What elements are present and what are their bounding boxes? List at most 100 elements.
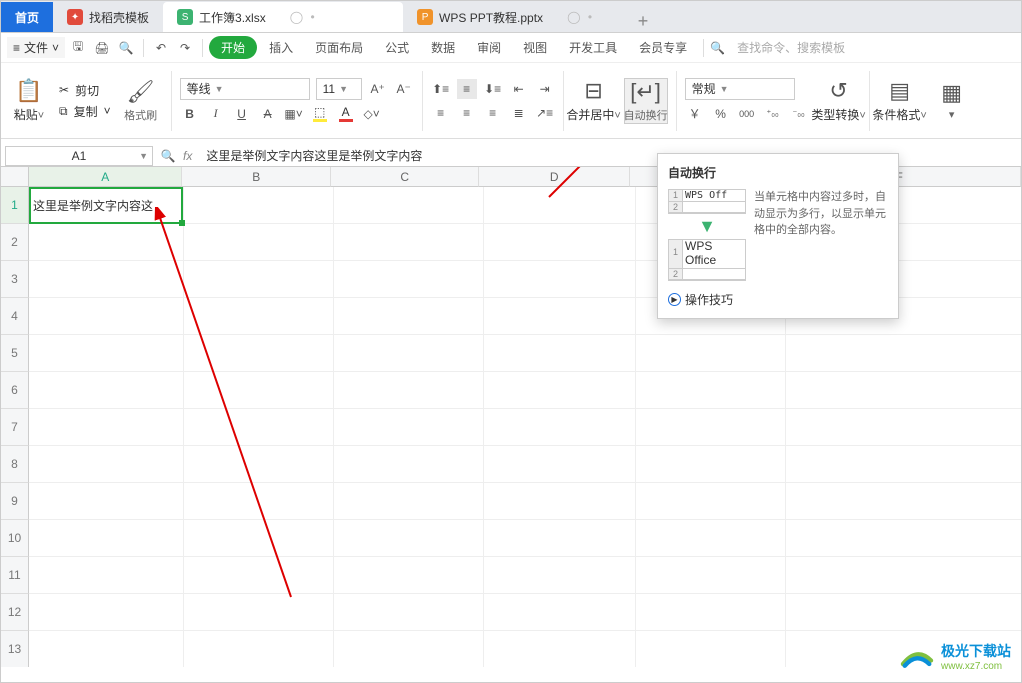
cell[interactable] (29, 483, 184, 520)
justify-icon[interactable]: ≣ (509, 103, 529, 123)
cell[interactable]: 这里是举例文字内容这 (29, 187, 184, 224)
cell[interactable] (334, 446, 484, 483)
cell[interactable] (786, 335, 1021, 372)
font-grow-icon[interactable]: A⁺ (368, 79, 388, 99)
cell[interactable] (484, 594, 636, 631)
font-shrink-icon[interactable]: A⁻ (394, 79, 414, 99)
select-all-corner[interactable] (1, 167, 29, 187)
copy-button[interactable]: ⧉复制˅ (59, 103, 111, 120)
cell[interactable] (184, 557, 334, 594)
fx-icon[interactable]: fx (183, 149, 192, 163)
format-painter-button[interactable]: 🖌 格式刷 (119, 79, 163, 123)
cell[interactable] (484, 520, 636, 557)
col-head-D[interactable]: D (479, 167, 629, 187)
cell[interactable] (29, 557, 184, 594)
type-convert-button[interactable]: ↺ 类型转换˅ (817, 78, 861, 123)
cond-format-button[interactable]: ▤ 条件格式˅ (878, 78, 922, 123)
indent-dec-icon[interactable]: ⇤ (509, 79, 529, 99)
cell[interactable] (184, 298, 334, 335)
cell[interactable] (484, 335, 636, 372)
cell[interactable] (334, 335, 484, 372)
menu-view[interactable]: 视图 (513, 36, 557, 59)
col-head-B[interactable]: B (182, 167, 331, 187)
cell[interactable] (29, 594, 184, 631)
cell[interactable] (184, 594, 334, 631)
clear-format-button[interactable]: ◇˅ (362, 104, 382, 124)
cell[interactable] (786, 557, 1021, 594)
row-head[interactable]: 6 (1, 372, 29, 409)
strike-button[interactable]: A (258, 104, 278, 124)
cell[interactable] (484, 224, 636, 261)
row-head[interactable]: 10 (1, 520, 29, 557)
percent-button[interactable]: % (711, 104, 731, 124)
cell[interactable] (484, 261, 636, 298)
font-size-select[interactable]: 11▼ (316, 78, 362, 100)
cell[interactable] (29, 298, 184, 335)
align-center-icon[interactable]: ≡ (457, 103, 477, 123)
font-color-button[interactable]: A (336, 104, 356, 124)
cell[interactable] (484, 631, 636, 667)
cell[interactable] (184, 224, 334, 261)
cell[interactable] (484, 483, 636, 520)
orientation-icon[interactable]: ↗≡ (535, 103, 555, 123)
tab-template[interactable]: ✦ 找稻壳模板 (53, 2, 163, 32)
cell[interactable] (29, 631, 184, 667)
cell[interactable] (334, 372, 484, 409)
cell[interactable] (484, 372, 636, 409)
menu-vip[interactable]: 会员专享 (629, 36, 697, 59)
cell[interactable] (484, 446, 636, 483)
indent-inc-icon[interactable]: ⇥ (535, 79, 555, 99)
row-head[interactable]: 2 (1, 224, 29, 261)
cell[interactable] (184, 520, 334, 557)
row-head[interactable]: 13 (1, 631, 29, 667)
cell[interactable] (786, 483, 1021, 520)
number-format-select[interactable]: 常规▼ (685, 78, 795, 100)
cell[interactable] (334, 261, 484, 298)
menu-formula[interactable]: 公式 (375, 36, 419, 59)
align-middle-icon[interactable]: ≡ (457, 79, 477, 99)
cell[interactable] (334, 520, 484, 557)
row-head[interactable]: 12 (1, 594, 29, 631)
cell[interactable] (29, 446, 184, 483)
menu-layout[interactable]: 页面布局 (305, 36, 373, 59)
menu-insert[interactable]: 插入 (259, 36, 303, 59)
merge-center-button[interactable]: ⊟ 合并居中˅ (572, 78, 616, 123)
bold-button[interactable]: B (180, 104, 200, 124)
cell[interactable] (334, 594, 484, 631)
cell[interactable] (636, 335, 786, 372)
cell[interactable] (29, 224, 184, 261)
table-style-button[interactable]: ▦ ▾ (930, 80, 974, 121)
currency-button[interactable]: ￥ (685, 104, 705, 124)
align-left-icon[interactable]: ≡ (431, 103, 451, 123)
undo-icon[interactable]: ↶ (150, 37, 172, 59)
cell[interactable] (786, 594, 1021, 631)
border-button[interactable]: ▦˅ (284, 104, 304, 124)
dec-dec-button[interactable]: ⁻₀₀ (789, 104, 809, 124)
cell[interactable] (29, 335, 184, 372)
cell[interactable] (184, 335, 334, 372)
cell[interactable] (484, 409, 636, 446)
cell[interactable] (786, 372, 1021, 409)
cell[interactable] (184, 631, 334, 667)
paste-button[interactable]: 📋 粘贴˅ (7, 78, 51, 123)
cell[interactable] (484, 557, 636, 594)
tab-actions-icon[interactable]: ◯ • (290, 10, 317, 24)
cell[interactable] (786, 520, 1021, 557)
cell[interactable] (636, 520, 786, 557)
row-head[interactable]: 3 (1, 261, 29, 298)
menu-data[interactable]: 数据 (421, 36, 465, 59)
cell[interactable] (636, 594, 786, 631)
file-menu[interactable]: ≡ 文件 ˅ (7, 37, 65, 58)
col-head-A[interactable]: A (29, 167, 182, 187)
cell[interactable] (334, 298, 484, 335)
cell[interactable] (184, 446, 334, 483)
cell[interactable] (636, 631, 786, 667)
cell[interactable] (636, 372, 786, 409)
underline-button[interactable]: U (232, 104, 252, 124)
row-head[interactable]: 8 (1, 446, 29, 483)
cell[interactable] (636, 409, 786, 446)
cut-button[interactable]: ✂剪切 (59, 82, 111, 99)
row-head[interactable]: 5 (1, 335, 29, 372)
redo-icon[interactable]: ↷ (174, 37, 196, 59)
cell[interactable] (636, 557, 786, 594)
